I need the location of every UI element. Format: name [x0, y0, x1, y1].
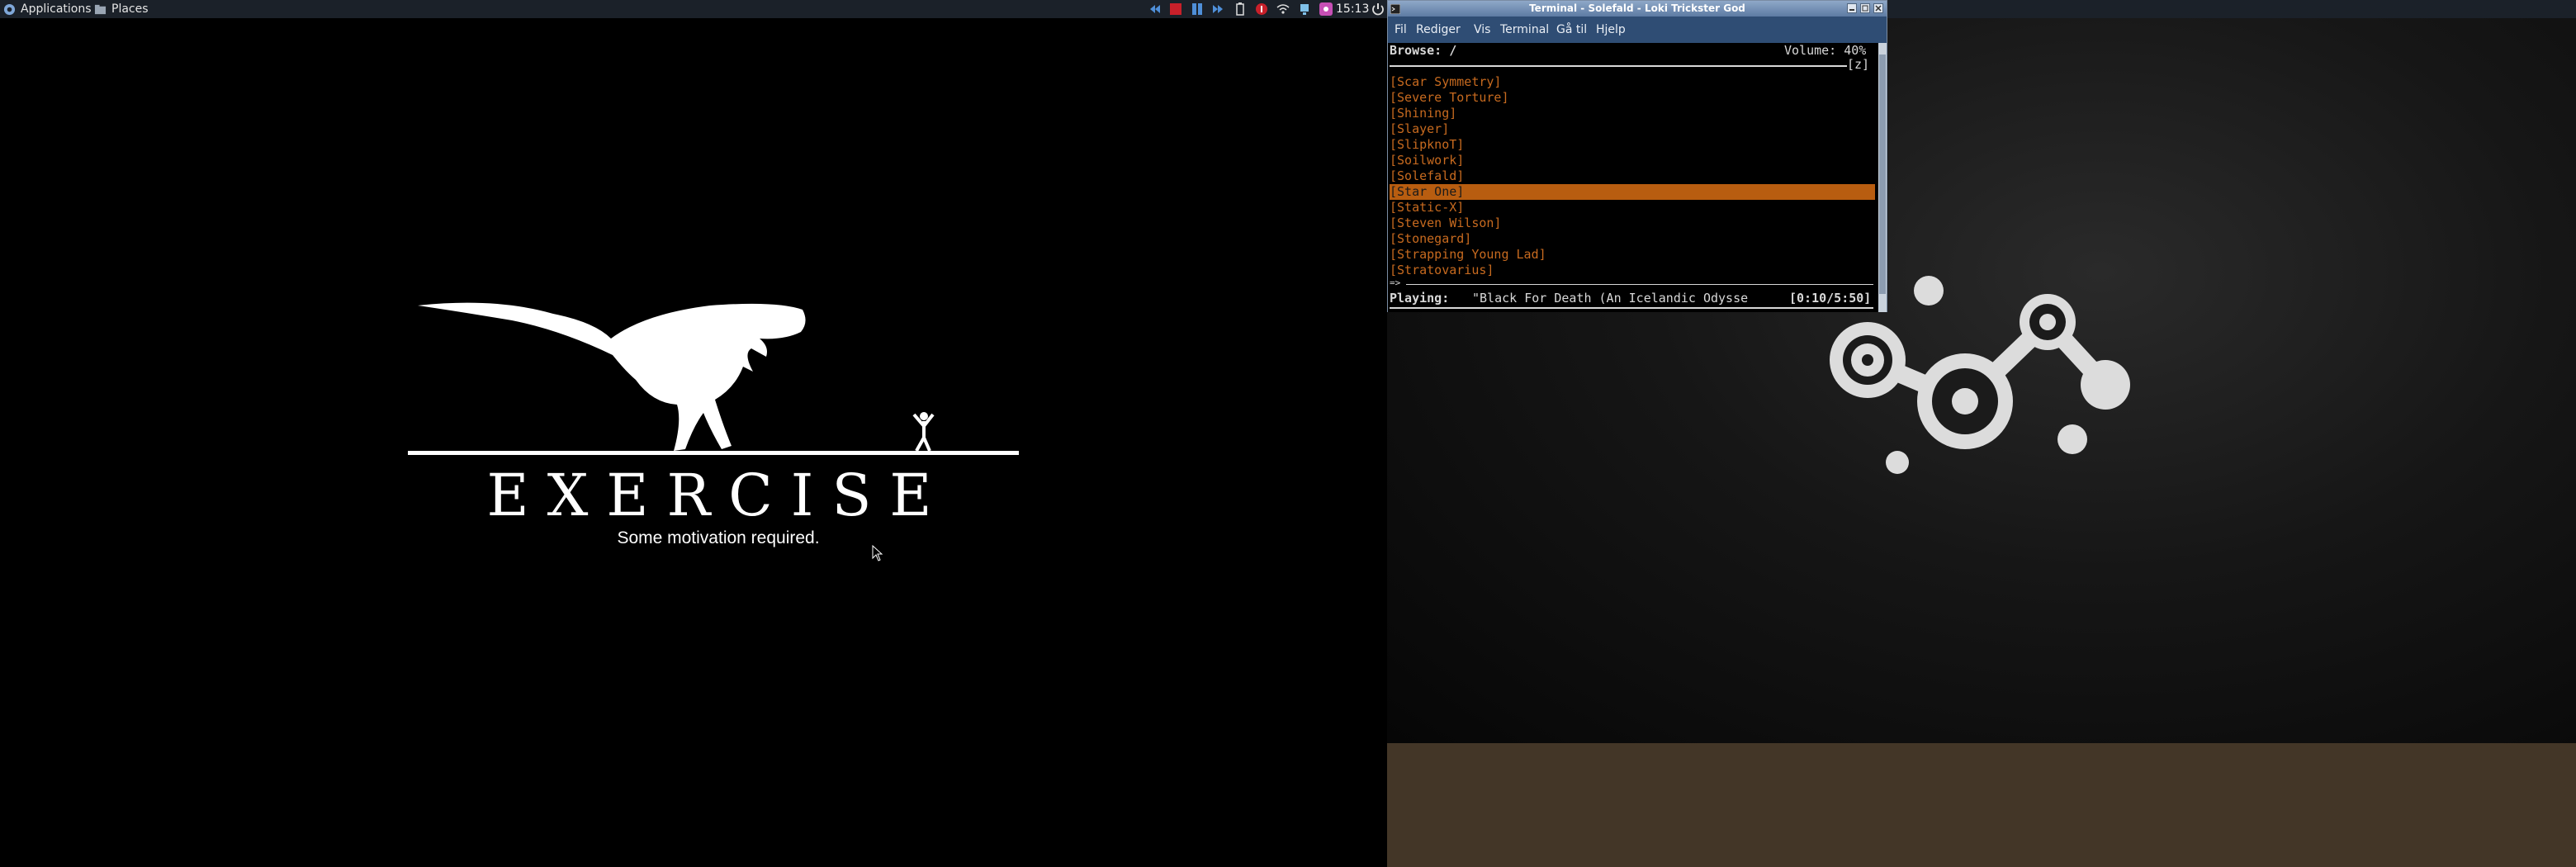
terminal-content[interactable]: Browse: / Volume: 40% [z] [Scar Symmetry…: [1388, 43, 1878, 312]
terminal-scrollbar[interactable]: [1878, 43, 1887, 312]
previous-track-icon[interactable]: [1148, 2, 1161, 16]
menu-rediger[interactable]: Rediger: [1416, 22, 1461, 37]
alert-icon[interactable]: [1255, 2, 1268, 16]
clock[interactable]: 15:13: [1336, 2, 1369, 17]
wallpaper-floor: [1387, 743, 2576, 867]
poster-illustration: [408, 302, 1019, 455]
playing-time: [0:10/5:50]: [1789, 291, 1872, 306]
maximize-button[interactable]: [1860, 3, 1870, 13]
battery-icon[interactable]: [1234, 2, 1247, 16]
network-icon[interactable]: [1298, 2, 1311, 16]
menu-terminal[interactable]: Terminal: [1500, 22, 1549, 37]
list-item[interactable]: [Shining]: [1390, 106, 1456, 121]
menu-ga-til[interactable]: Gå til: [1556, 22, 1587, 37]
browse-path: Browse: /: [1390, 43, 1457, 58]
places-label: Places: [111, 2, 149, 16]
stop-icon[interactable]: [1169, 2, 1182, 16]
list-item[interactable]: [Steven Wilson]: [1390, 216, 1501, 231]
list-item-selected[interactable]: [Star One]: [1390, 184, 1875, 200]
pause-icon[interactable]: [1191, 2, 1204, 16]
playing-track: "Black For Death (An Icelandic Odysse: [1472, 291, 1749, 306]
list-item[interactable]: [Stratovarius]: [1390, 263, 1494, 278]
mouse-cursor-icon: [872, 545, 883, 561]
list-item[interactable]: [Strapping Young Lad]: [1390, 247, 1546, 263]
terminal-menubar: Fil Rediger Vis Terminal Gå til Hjelp: [1388, 17, 1887, 43]
system-tray: [1139, 2, 1333, 16]
next-track-icon[interactable]: [1212, 2, 1225, 16]
terminal-window[interactable]: Terminal - Solefald - Loki Trickster God…: [1387, 0, 1887, 312]
terminal-titlebar[interactable]: Terminal - Solefald - Loki Trickster God: [1388, 1, 1887, 17]
menu-fil[interactable]: Fil: [1395, 22, 1407, 37]
power-icon[interactable]: [1371, 2, 1385, 16]
list-item[interactable]: [Scar Symmetry]: [1390, 74, 1501, 90]
list-item[interactable]: [Severe Torture]: [1390, 90, 1509, 106]
bottom-divider: [1390, 307, 1873, 309]
list-item[interactable]: [SlipknoT]: [1390, 137, 1464, 153]
list-item[interactable]: [Stonegard]: [1390, 231, 1471, 247]
maximize-icon: [1862, 5, 1868, 12]
close-button[interactable]: [1873, 3, 1883, 13]
wifi-icon[interactable]: [1276, 2, 1290, 16]
list-item[interactable]: [Soilwork]: [1390, 153, 1464, 168]
distro-logo-icon: [3, 3, 16, 15]
menu-vis[interactable]: Vis: [1474, 22, 1490, 37]
places-menu[interactable]: Places: [94, 2, 149, 17]
applications-menu[interactable]: Applications: [3, 2, 92, 17]
list-item[interactable]: [Solefald]: [1390, 168, 1464, 184]
folder-icon: [94, 4, 107, 14]
list-item[interactable]: [Slayer]: [1390, 121, 1449, 137]
menu-hjelp[interactable]: Hjelp: [1596, 22, 1626, 37]
top-divider: [1390, 65, 1847, 67]
view-tag: [z]: [1847, 57, 1870, 72]
scrollbar-thumb[interactable]: [1879, 54, 1886, 294]
settings-icon[interactable]: [1319, 2, 1333, 16]
minimize-icon: [1849, 9, 1854, 11]
applications-label: Applications: [21, 2, 92, 16]
close-icon: [1875, 5, 1882, 12]
poster-title: EXERCISE: [486, 462, 950, 529]
playing-label: Playing:: [1390, 291, 1450, 306]
minimize-button[interactable]: [1847, 3, 1857, 13]
terminal-title: Terminal - Solefald - Loki Trickster God: [1529, 2, 1745, 14]
top-panel: Applications Places 15:13: [0, 0, 2576, 18]
prompt-divider: [1406, 284, 1873, 285]
terminal-app-icon: [1390, 4, 1400, 14]
list-item[interactable]: [Static-X]: [1390, 200, 1464, 216]
